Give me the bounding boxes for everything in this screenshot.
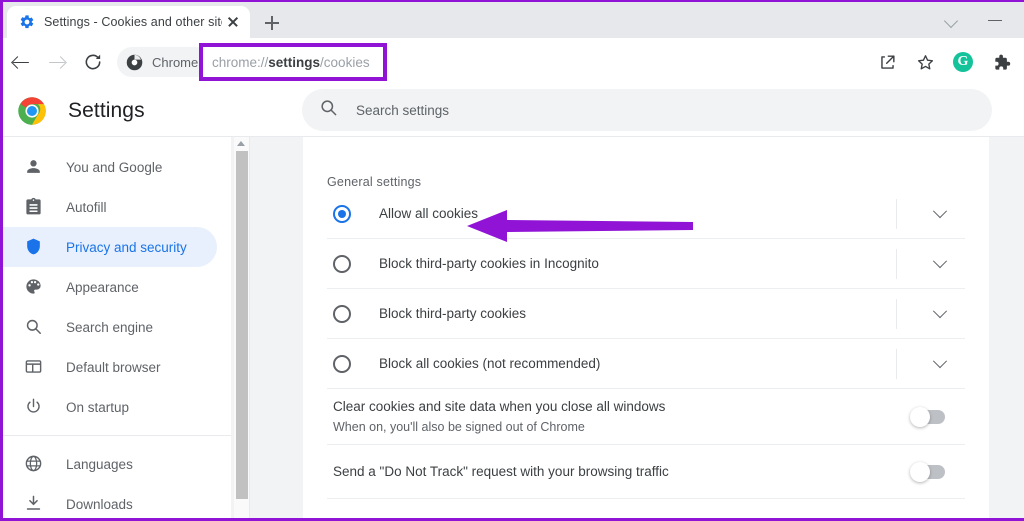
sidebar-item-you-and-google[interactable]: You and Google [3, 147, 217, 187]
search-placeholder: Search settings [356, 102, 450, 118]
row-separator [896, 299, 897, 329]
row-expander[interactable] [896, 189, 965, 239]
sidebar-item-on-startup[interactable]: On startup [3, 387, 217, 427]
row-expander[interactable] [896, 289, 965, 339]
share-icon[interactable] [870, 45, 904, 79]
back-button[interactable] [3, 44, 39, 80]
row-expander[interactable] [896, 339, 965, 389]
chevron-down-icon[interactable] [930, 2, 974, 38]
chrome-circle-icon [126, 54, 143, 71]
chrome-logo [17, 96, 47, 126]
minimize-icon[interactable] [974, 2, 1018, 38]
person-icon [24, 157, 44, 177]
power-icon [24, 397, 44, 417]
radio-block-third-party[interactable] [333, 304, 351, 323]
sidebar-item-label: Default browser [66, 359, 161, 375]
cookie-option-label: Block third-party cookies in Incognito [379, 256, 599, 271]
bookmark-star-icon[interactable] [908, 45, 942, 79]
row-separator [896, 349, 897, 379]
chevron-down-icon[interactable] [932, 254, 948, 269]
sidebar-divider [3, 435, 231, 436]
browser-window: Settings - Cookies and other site Chrome… [0, 0, 1024, 521]
tab-strip: Settings - Cookies and other site [3, 2, 1024, 38]
close-icon[interactable] [224, 13, 242, 31]
search-input[interactable]: Search settings [302, 89, 992, 131]
row-expander[interactable] [896, 239, 965, 289]
section-title: General settings [327, 175, 422, 189]
forward-button[interactable] [39, 44, 75, 80]
cookie-option-row[interactable]: Allow all cookies [327, 189, 965, 239]
clear-cookies-toggle[interactable] [910, 406, 945, 427]
cookie-option-label: Block all cookies (not recommended) [379, 356, 601, 371]
tab-title: Settings - Cookies and other site [44, 15, 222, 29]
cookie-option-label: Block third-party cookies [379, 306, 527, 321]
shield-icon [24, 237, 44, 257]
chevron-down-icon[interactable] [932, 304, 948, 319]
browser-window-icon [24, 357, 44, 377]
sidebar-scrollbar[interactable] [234, 137, 249, 518]
sidebar-item-autofill[interactable]: Autofill [3, 187, 217, 227]
cookie-option-row[interactable]: Block third-party cookies in Incognito [327, 239, 965, 289]
sidebar-item-label: Search engine [66, 319, 154, 335]
row-separator [896, 249, 897, 279]
toolbar-right-icons: G [868, 38, 1020, 86]
sidebar-item-search-engine[interactable]: Search engine [3, 307, 217, 347]
sidebar-item-appearance[interactable]: Appearance [3, 267, 217, 307]
sidebar-divider-line [249, 137, 250, 518]
sidebar-item-label: Downloads [66, 496, 133, 512]
settings-body: You and Google Autofill Privacy and secu… [3, 136, 1024, 518]
new-tab-button[interactable] [259, 10, 285, 36]
scroll-up-arrow-icon[interactable] [237, 141, 245, 146]
sidebar-item-label: Autofill [66, 199, 107, 215]
grammarly-extension-icon[interactable]: G [946, 45, 980, 79]
chrome-origin-chip[interactable]: Chrome [117, 47, 211, 77]
page-title: Settings [68, 99, 145, 122]
chevron-down-icon[interactable] [932, 204, 948, 219]
sidebar-item-label: Appearance [66, 279, 139, 295]
extensions-puzzle-icon[interactable] [984, 45, 1018, 79]
toggle-title: Send a "Do Not Track" request with your … [333, 464, 669, 479]
clear-cookies-on-close-row[interactable]: Clear cookies and site data when you clo… [327, 389, 965, 445]
cookie-option-label: Allow all cookies [379, 206, 479, 221]
radio-block-third-party-incognito[interactable] [333, 254, 351, 273]
globe-icon [24, 454, 44, 474]
grammarly-badge-label: G [953, 52, 973, 72]
sidebar-item-label: On startup [66, 399, 130, 415]
do-not-track-row[interactable]: Send a "Do Not Track" request with your … [327, 445, 965, 499]
radio-block-all-cookies[interactable] [333, 354, 351, 373]
reload-button[interactable] [75, 44, 111, 80]
toggle-subtitle: When on, you'll also be signed out of Ch… [333, 420, 585, 434]
sidebar-item-languages[interactable]: Languages [3, 444, 217, 484]
sidebar-item-label: Languages [66, 456, 133, 472]
sidebar-item-label: You and Google [66, 159, 163, 175]
search-icon [319, 98, 338, 122]
cookies-settings-card: General settings Allow all cookies Block… [303, 137, 989, 518]
sidebar-item-privacy-and-security[interactable]: Privacy and security [3, 227, 217, 267]
sidebar-item-downloads[interactable]: Downloads [3, 484, 217, 518]
window-controls [930, 2, 1018, 38]
gear-icon [19, 14, 35, 30]
row-separator [896, 199, 897, 229]
magnifier-icon [24, 317, 44, 337]
scrollbar-thumb[interactable] [235, 151, 248, 499]
download-icon [24, 494, 44, 514]
browser-tab[interactable]: Settings - Cookies and other site [7, 6, 250, 38]
settings-sidebar: You and Google Autofill Privacy and secu… [3, 137, 231, 518]
sidebar-item-default-browser[interactable]: Default browser [3, 347, 217, 387]
clipboard-icon [24, 197, 44, 217]
cookie-option-row[interactable]: Block all cookies (not recommended) [327, 339, 965, 389]
radio-allow-all-cookies[interactable] [333, 204, 351, 223]
url-text: chrome://settings/cookies [212, 54, 370, 70]
toggle-title: Clear cookies and site data when you clo… [333, 399, 666, 414]
cookie-option-row[interactable]: Block third-party cookies [327, 289, 965, 339]
chrome-chip-label: Chrome [152, 54, 199, 70]
chevron-down-icon[interactable] [932, 354, 948, 369]
palette-icon [24, 277, 44, 297]
do-not-track-toggle[interactable] [910, 461, 945, 482]
sidebar-item-label: Privacy and security [66, 239, 187, 255]
address-bar-highlight[interactable]: chrome://settings/cookies [199, 43, 387, 81]
